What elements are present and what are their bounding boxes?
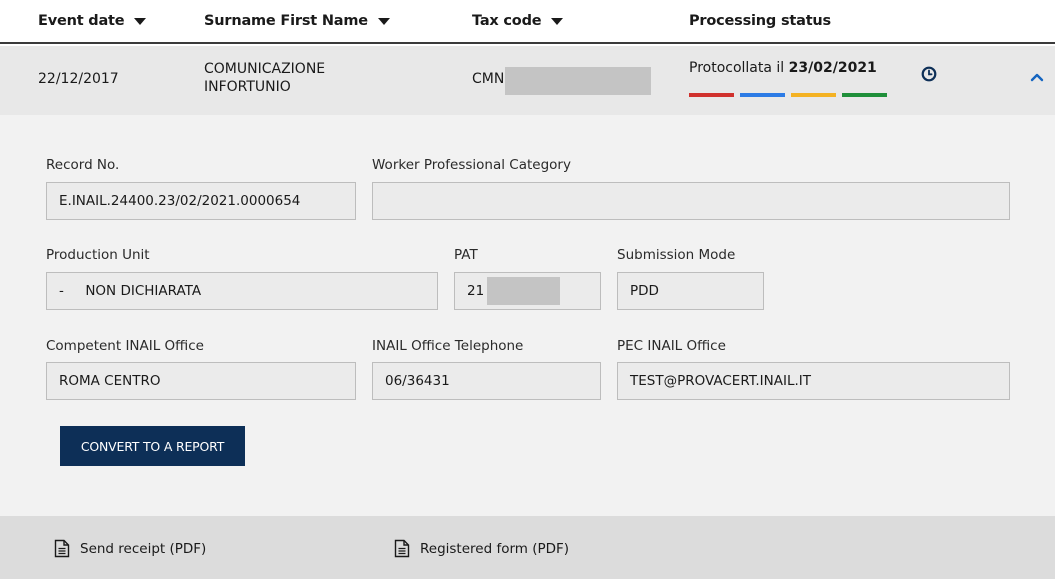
processing-status-value: Protocollata il 23/02/2021 <box>689 60 877 76</box>
competent-office-field[interactable]: ROMA CENTRO <box>46 362 356 400</box>
status-progress-bars <box>689 93 887 97</box>
surname-first-name-value: COMUNICAZIONE INFORTUNIO <box>204 60 384 96</box>
production-unit-label: Production Unit <box>46 247 150 263</box>
registered-form-label: Registered form (PDF) <box>420 540 570 557</box>
convert-to-report-button[interactable]: CONVERT TO A REPORT <box>60 426 245 466</box>
column-header-event-date[interactable]: Event date <box>38 0 147 42</box>
pec-office-label: PEC INAIL Office <box>617 338 726 354</box>
column-header-label: Event date <box>38 13 125 29</box>
tax-code-value: CMN <box>472 71 505 87</box>
submission-mode-label: Submission Mode <box>617 247 736 263</box>
document-icon <box>394 539 410 558</box>
column-header-processing-status: Processing status <box>689 0 831 42</box>
worker-category-label: Worker Professional Category <box>372 157 571 173</box>
document-links-bar: Send receipt (PDF) Registered form (PDF) <box>0 516 1055 579</box>
status-prefix: Protocollata il <box>689 60 789 76</box>
record-no-field[interactable]: E.INAIL.24400.23/02/2021.0000654 <box>46 182 356 220</box>
column-header-label: Tax code <box>472 13 542 29</box>
name-line-2: INFORTUNIO <box>204 79 291 95</box>
office-telephone-field[interactable]: 06/36431 <box>372 362 601 400</box>
send-receipt-link[interactable]: Send receipt (PDF) <box>54 539 206 558</box>
column-header-label: Surname First Name <box>204 13 368 29</box>
registered-form-link[interactable]: Registered form (PDF) <box>394 539 569 558</box>
status-bar-red <box>689 93 734 97</box>
sort-down-icon <box>377 17 390 25</box>
pat-label: PAT <box>454 247 478 263</box>
chevron-up-icon[interactable] <box>1030 72 1044 82</box>
redacted-block <box>487 277 560 305</box>
office-telephone-label: INAIL Office Telephone <box>372 338 524 354</box>
sort-down-icon <box>551 17 564 25</box>
name-line-1: COMUNICAZIONE <box>204 61 326 77</box>
production-unit-field[interactable]: - NON DICHIARATA <box>46 272 438 310</box>
submission-mode-field[interactable]: PDD <box>617 272 764 310</box>
table-header: Event date Surname First Name Tax code P… <box>0 0 1055 44</box>
worker-category-field[interactable] <box>372 182 1010 220</box>
send-receipt-label: Send receipt (PDF) <box>80 540 207 557</box>
status-bar-yellow <box>791 93 836 97</box>
column-header-label: Processing status <box>689 13 831 29</box>
competent-office-label: Competent INAIL Office <box>46 338 204 354</box>
column-header-surname-first-name[interactable]: Surname First Name <box>204 0 390 42</box>
status-date: 23/02/2021 <box>788 60 877 76</box>
clock-icon[interactable] <box>921 66 937 82</box>
table-row[interactable]: 22/12/2017 COMUNICAZIONE INFORTUNIO CMN … <box>0 46 1055 115</box>
status-bar-green <box>842 93 887 97</box>
redacted-block <box>505 67 651 95</box>
event-date-value: 22/12/2017 <box>38 71 119 87</box>
record-details-panel: Record No. E.INAIL.24400.23/02/2021.0000… <box>0 115 1055 516</box>
pec-office-field[interactable]: TEST@PROVACERT.INAIL.IT <box>617 362 1010 400</box>
document-icon <box>54 539 70 558</box>
record-no-label: Record No. <box>46 157 120 173</box>
status-bar-blue <box>740 93 785 97</box>
sort-down-icon <box>134 17 147 25</box>
column-header-tax-code[interactable]: Tax code <box>472 0 564 42</box>
